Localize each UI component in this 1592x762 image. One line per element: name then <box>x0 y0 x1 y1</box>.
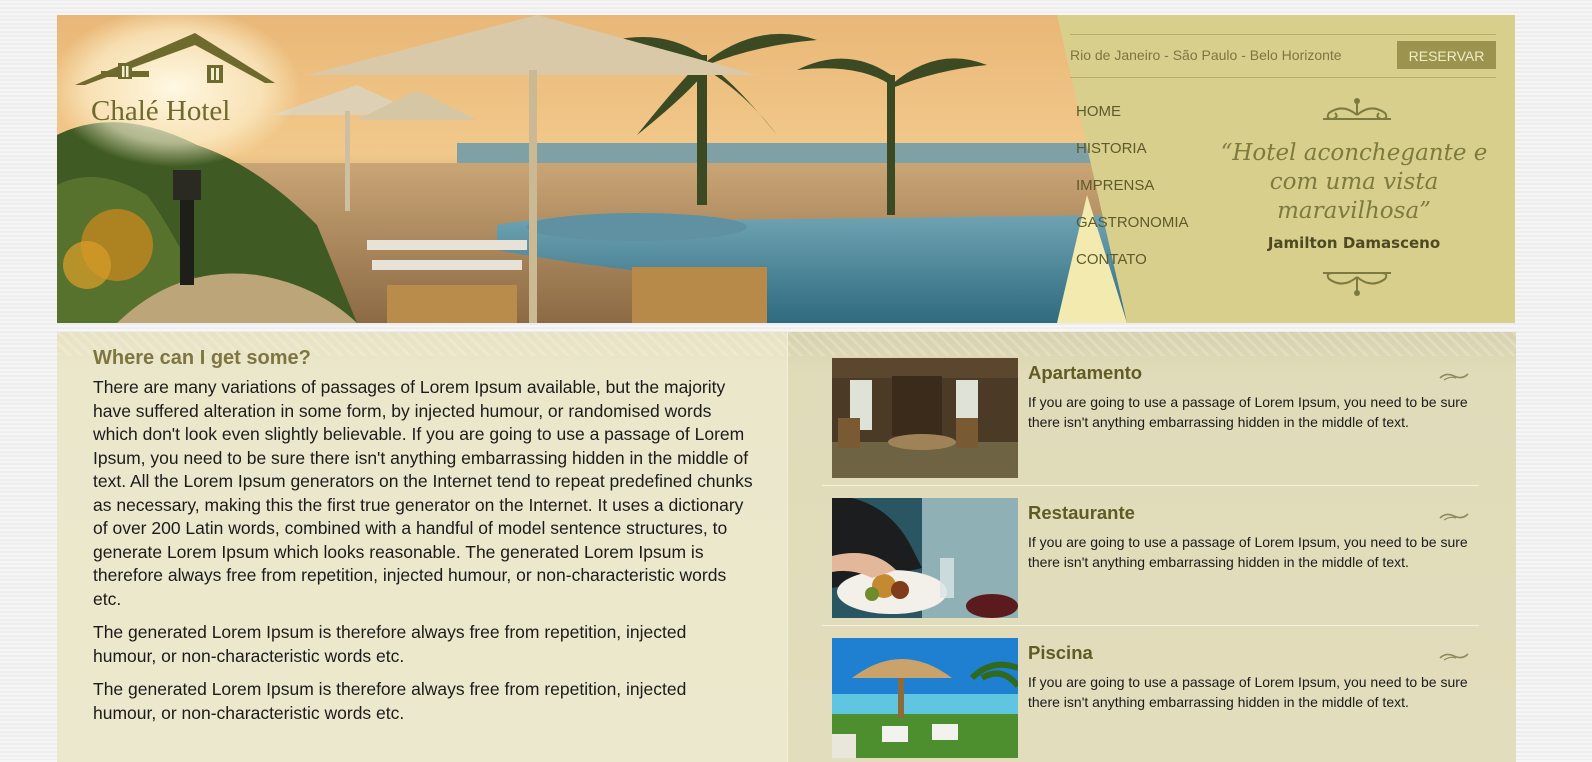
page-wrapper: Chalé Hotel Rio de Janeiro - São Paulo -… <box>57 15 1516 762</box>
card-description: If you are going to use a passage of Lor… <box>1028 394 1468 430</box>
wave-ornament-icon <box>1439 653 1469 661</box>
article-title: Where can I get some? <box>93 347 311 369</box>
feature-card-apartamento[interactable]: Apartamento If you are going to use a pa… <box>832 358 1480 478</box>
article-column: Where can I get some? There are many var… <box>57 332 787 762</box>
chalet-roof-icon <box>75 33 275 85</box>
article-body: There are many variations of passages of… <box>93 376 753 735</box>
card-divider <box>822 625 1479 626</box>
content-area: Where can I get some? There are many var… <box>57 332 1516 762</box>
hotel-logo[interactable]: Chalé Hotel <box>65 25 297 145</box>
wave-ornament-icon <box>1439 513 1469 521</box>
reserve-button[interactable]: RESERVAR <box>1397 41 1496 69</box>
main-nav: HOME HISTORIA IMPRENSA GASTRONOMIA CONTA… <box>1076 103 1189 288</box>
card-title: Piscina <box>1028 642 1093 663</box>
wave-ornament-icon <box>1439 373 1469 381</box>
site-header: Chalé Hotel Rio de Janeiro - São Paulo -… <box>57 15 1515 323</box>
feature-card-piscina[interactable]: Piscina If you are going to use a passag… <box>832 638 1480 758</box>
testimonial: “Hotel aconchegante e com uma vista mara… <box>1209 95 1499 296</box>
card-description: If you are going to use a passage of Lor… <box>1028 674 1468 710</box>
ornament-top-icon <box>1323 98 1391 121</box>
feature-card-restaurante[interactable]: Restaurante If you are going to use a pa… <box>832 498 1480 618</box>
features-column: Apartamento If you are going to use a pa… <box>787 332 1516 762</box>
nav-item-historia[interactable]: HISTORIA <box>1076 140 1189 177</box>
quote-text: “Hotel aconchegante e com uma vista mara… <box>1220 140 1488 224</box>
card-divider <box>822 485 1479 486</box>
article-paragraph: There are many variations of passages of… <box>93 377 753 609</box>
ornament-bottom-icon <box>1323 272 1391 296</box>
card-title: Restaurante <box>1028 502 1135 523</box>
restaurante-photo <box>832 498 1018 618</box>
header-topbar: Rio de Janeiro - São Paulo - Belo Horizo… <box>1070 34 1496 78</box>
nav-item-home[interactable]: HOME <box>1076 103 1189 140</box>
article-paragraph: The generated Lorem Ipsum is therefore a… <box>93 679 687 723</box>
card-title: Apartamento <box>1028 362 1143 383</box>
quote-author: Jamilton Damasceno <box>1267 234 1441 252</box>
card-description: If you are going to use a passage of Lor… <box>1028 534 1468 570</box>
piscina-photo <box>832 638 1018 758</box>
nav-item-imprensa[interactable]: IMPRENSA <box>1076 177 1189 214</box>
cities-text: Rio de Janeiro - São Paulo - Belo Horizo… <box>1070 47 1342 63</box>
article-paragraph: The generated Lorem Ipsum is therefore a… <box>93 622 687 666</box>
apartamento-photo <box>832 358 1018 478</box>
nav-item-gastronomia[interactable]: GASTRONOMIA <box>1076 214 1189 251</box>
nav-item-contato[interactable]: CONTATO <box>1076 251 1189 288</box>
logo-text: Chalé Hotel <box>91 95 231 127</box>
